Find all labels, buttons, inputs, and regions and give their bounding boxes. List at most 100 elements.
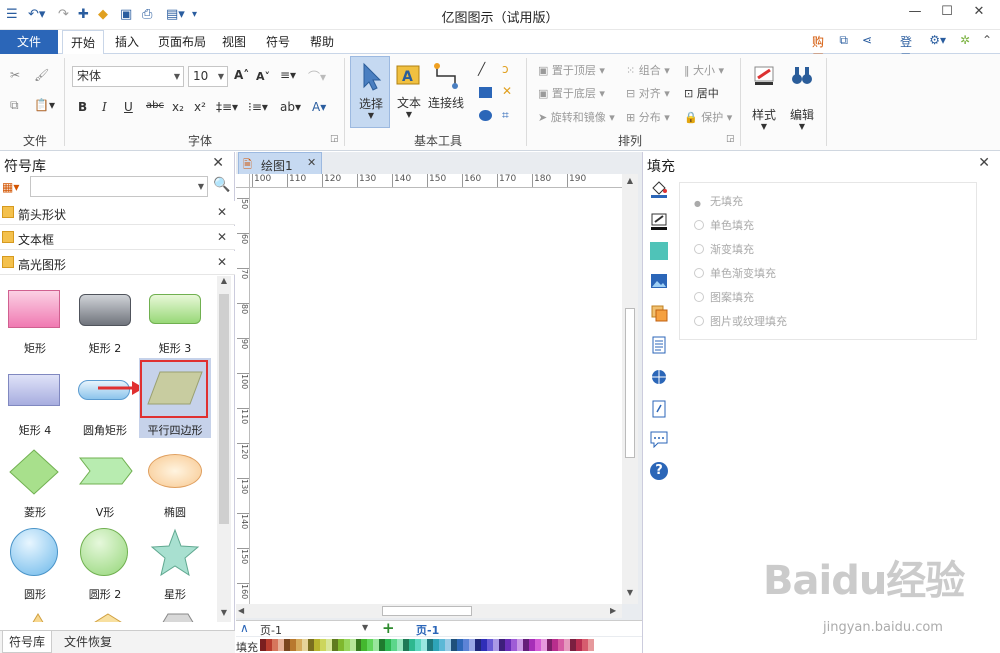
close-library-icon[interactable]: ✕ <box>212 155 224 171</box>
scrollbar-thumb[interactable] <box>382 606 472 616</box>
align-text-icon[interactable]: ‡≡▾ <box>216 100 238 114</box>
collapse-ribbon-icon[interactable]: ⌃ <box>982 33 992 47</box>
shape-chevron[interactable]: V形 <box>70 446 140 526</box>
style-button[interactable]: 样式 ▼ <box>746 58 782 132</box>
grow-font-icon[interactable]: A˄ <box>234 68 249 82</box>
shape-rounded-rectangle[interactable]: 圆角矩形 <box>70 364 140 444</box>
italic-icon[interactable]: I <box>102 100 107 114</box>
text-effect-icon[interactable]: ⌒▾ <box>308 68 326 85</box>
tab-symbol-library[interactable]: 符号库 <box>2 631 53 653</box>
bullets-icon[interactable]: ⁝≡▾ <box>248 100 268 114</box>
page-tab[interactable]: 页-1 <box>416 622 439 638</box>
close-fill-panel-icon[interactable]: ✕ <box>978 155 990 171</box>
tab-file-recovery[interactable]: 文件恢复 <box>64 631 112 653</box>
strikethrough-icon[interactable]: abc <box>146 100 164 111</box>
shape-ellipse[interactable]: 椭圆 <box>140 446 210 526</box>
format-painter-icon[interactable]: 🖌 <box>34 68 49 82</box>
color-swatch[interactable] <box>588 639 595 651</box>
close-section-icon[interactable]: ✕ <box>217 255 227 269</box>
canvas-horizontal-scrollbar[interactable]: ◀ ▶ <box>236 604 622 618</box>
tab-insert[interactable]: 插入 <box>115 30 139 54</box>
rotate-mirror-button[interactable]: ➤ 旋转和镜像 ▾ <box>538 109 615 125</box>
image-icon[interactable] <box>650 272 668 290</box>
curve-tool-icon[interactable]: ↄ <box>502 62 509 76</box>
settings-gear-icon[interactable]: ⚙▾ <box>929 33 946 47</box>
ellipse-tool-icon[interactable] <box>479 110 492 121</box>
rectangle-tool-icon[interactable] <box>479 87 492 98</box>
fill-option-none[interactable]: ● 无填充 <box>694 193 743 209</box>
shape-rectangle-4[interactable]: 矩形 4 <box>0 364 70 444</box>
size-button[interactable]: ‖ 大小 ▾ <box>684 62 724 78</box>
search-icon[interactable]: 🔍 <box>213 177 230 193</box>
font-size-select[interactable]: 10 ▼ <box>188 66 228 87</box>
minimize-icon[interactable]: — <box>900 4 930 19</box>
close-window-icon[interactable]: ✕ <box>964 4 994 19</box>
fill-bucket-icon[interactable] <box>650 180 668 198</box>
fill-option-picture[interactable]: 图片或纹理填充 <box>694 313 787 329</box>
scroll-down-icon[interactable]: ▼ <box>622 588 638 597</box>
subscript-icon[interactable]: x₂ <box>172 100 184 114</box>
close-tab-icon[interactable]: ✕ <box>307 156 316 169</box>
text-tool-button[interactable]: A 文本 ▼ <box>394 56 424 128</box>
chevron-down-icon[interactable]: ▼ <box>362 623 368 632</box>
bring-front-button[interactable]: ▣ 置于顶层 ▾ <box>538 62 605 78</box>
scroll-right-icon[interactable]: ▶ <box>610 606 616 615</box>
canvas-vertical-scrollbar[interactable]: ▲ ▼ <box>622 174 638 604</box>
distribute-button[interactable]: ⊞ 分布 ▾ <box>626 109 670 125</box>
select-tool-button[interactable]: 选择 ▼ <box>350 56 390 128</box>
document-list-icon[interactable] <box>650 336 668 354</box>
shape-diamond[interactable]: 菱形 <box>0 446 70 526</box>
share-window-icon[interactable]: ⧉ <box>839 33 848 48</box>
color-swatches[interactable] <box>260 639 595 651</box>
edit-button[interactable]: 编辑 ▼ <box>784 58 820 132</box>
scroll-down-icon[interactable]: ▼ <box>217 608 231 622</box>
text-color-icon[interactable]: ab▾ <box>280 100 301 114</box>
scrollbar-thumb[interactable] <box>219 294 229 524</box>
shape-rectangle-3[interactable]: 矩形 3 <box>140 282 210 362</box>
library-menu-icon[interactable]: ▦▾ <box>2 180 19 194</box>
library-section-arrows[interactable]: 箭头形状 ✕ <box>0 201 235 225</box>
close-section-icon[interactable]: ✕ <box>217 205 227 219</box>
fill-option-pattern[interactable]: 图案填充 <box>694 289 754 305</box>
line-pen-icon[interactable] <box>650 212 668 230</box>
shape-parallelogram[interactable]: 平行四边形 <box>139 358 212 448</box>
tab-symbol[interactable]: 符号 <box>266 30 290 54</box>
tab-view[interactable]: 视图 <box>222 30 246 54</box>
crosshair-tool-icon[interactable]: ✕ <box>502 84 512 98</box>
line-spacing-icon[interactable]: ≡▾ <box>280 68 296 82</box>
shape-circle[interactable]: 圆形 <box>0 528 70 608</box>
fill-option-solid[interactable]: 单色填充 <box>694 217 754 233</box>
page-selector[interactable]: 页-1 <box>260 622 282 638</box>
font-name-select[interactable]: 宋体 ▼ <box>72 66 184 87</box>
library-section-highlight[interactable]: 高光图形 ✕ <box>0 251 235 275</box>
scroll-up-icon[interactable]: ▲ <box>217 276 231 290</box>
scrollbar-thumb[interactable] <box>625 308 635 458</box>
page-up-icon[interactable]: ∧ <box>240 621 249 635</box>
cut-icon[interactable]: ✂ <box>10 68 20 82</box>
bold-icon[interactable]: B <box>78 100 87 114</box>
crop-tool-icon[interactable]: ⌗ <box>502 108 509 123</box>
connector-tool-button[interactable]: 连接线 <box>426 56 466 128</box>
center-button[interactable]: ⊡ 居中 <box>684 85 719 101</box>
comment-icon[interactable] <box>650 430 668 448</box>
shape-star[interactable]: 星形 <box>140 528 210 608</box>
tab-help[interactable]: 帮助 <box>310 30 334 54</box>
help-icon[interactable]: ? <box>650 462 668 480</box>
close-section-icon[interactable]: ✕ <box>217 230 227 244</box>
add-page-icon[interactable]: + <box>382 619 395 637</box>
line-tool-icon[interactable]: ╱ <box>478 62 485 76</box>
fill-option-single-gradient[interactable]: 单色渐变填充 <box>694 265 776 281</box>
tab-page-layout[interactable]: 页面布局 <box>158 30 206 54</box>
shrink-font-icon[interactable]: A˅ <box>256 70 270 83</box>
attachment-icon[interactable] <box>650 400 668 418</box>
share-icon[interactable]: ⋖ <box>862 33 872 47</box>
library-search-input[interactable]: ▼ <box>30 176 208 197</box>
align-button[interactable]: ⊟ 对齐 ▾ <box>626 85 670 101</box>
group-button[interactable]: ⁙ 组合 ▾ <box>626 62 670 78</box>
maximize-icon[interactable]: ☐ <box>932 4 962 19</box>
document-tab[interactable]: 🗎 绘图1 ✕ <box>238 152 322 174</box>
drawing-page[interactable] <box>250 188 622 604</box>
library-scrollbar[interactable]: ▲ ▼ <box>217 276 231 622</box>
font-color-icon[interactable]: A▾ <box>312 100 326 114</box>
tab-home[interactable]: 开始 <box>62 30 105 55</box>
